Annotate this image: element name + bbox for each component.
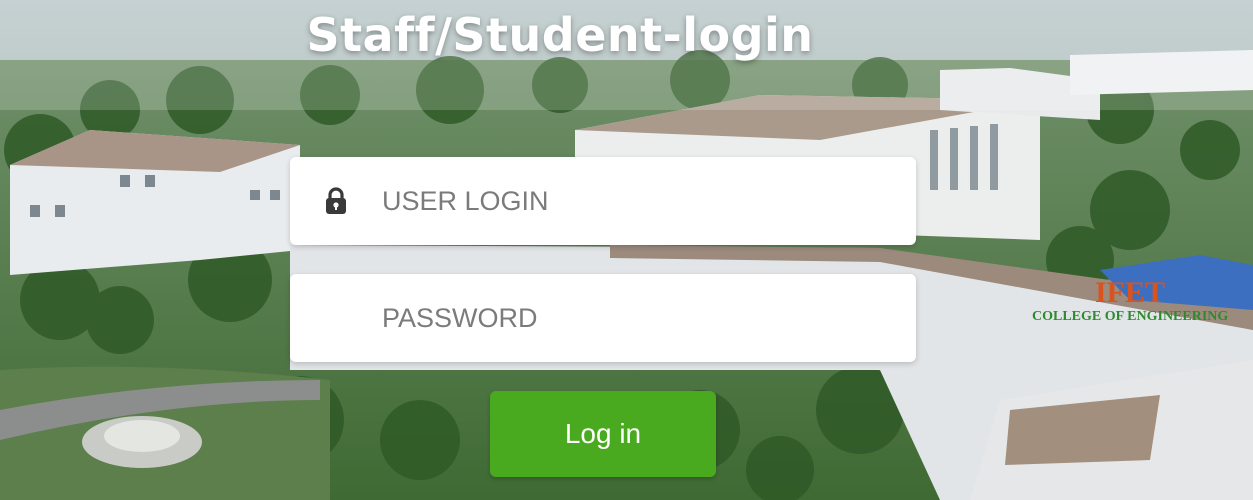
password-field-wrapper — [290, 274, 916, 362]
page-title: Staff/Student-login — [306, 8, 814, 62]
password-input[interactable] — [382, 288, 882, 348]
username-input[interactable] — [382, 171, 882, 231]
college-sign-title: IFET — [1095, 276, 1165, 309]
lock-icon — [290, 187, 382, 215]
college-sign-subtitle: COLLEGE OF ENGINEERING — [1032, 309, 1228, 324]
username-field-wrapper — [290, 157, 916, 245]
login-button[interactable]: Log in — [490, 391, 716, 477]
